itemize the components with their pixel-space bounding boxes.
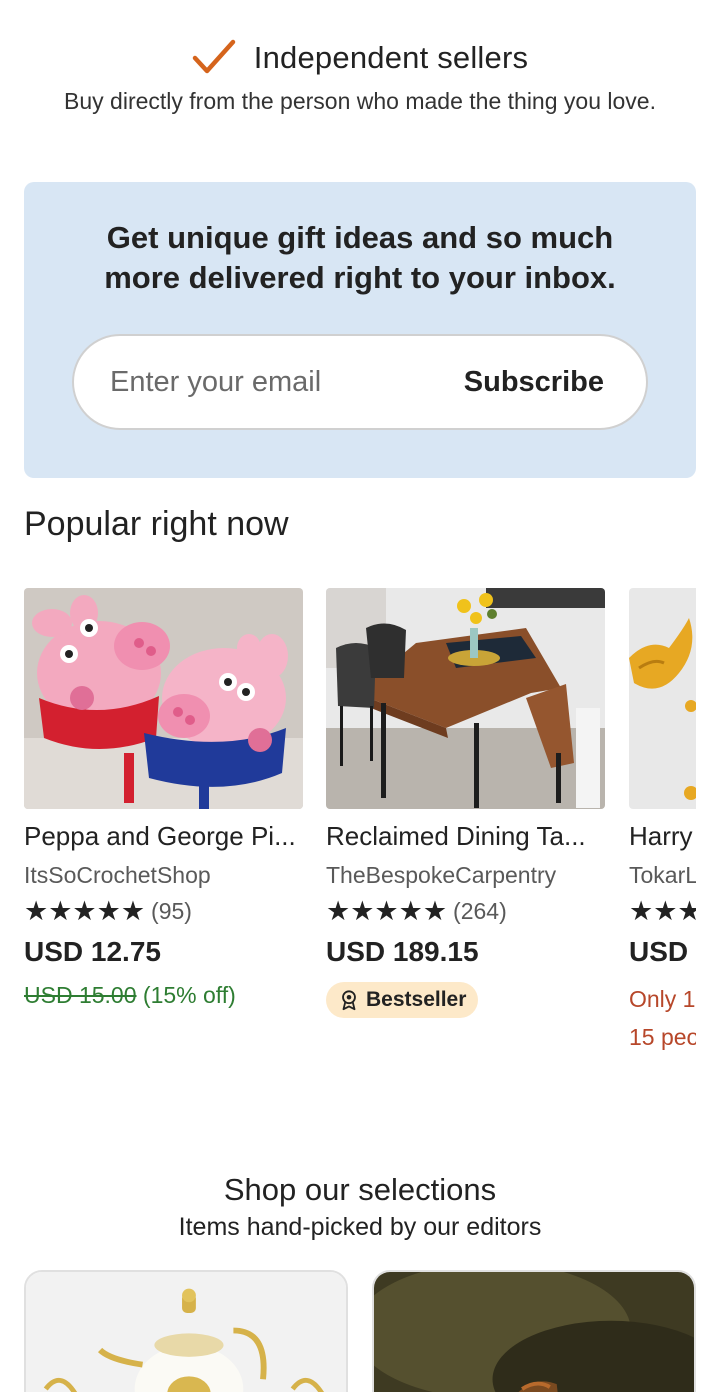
listing-card[interactable]: Reclaimed Dining Ta... TheBespokeCarpent…: [326, 588, 605, 1018]
stock-warning: Only 1 15 peo: [629, 980, 696, 1056]
selections-title: Shop our selections: [223, 1172, 497, 1207]
bestseller-badge: Bestseller: [326, 982, 479, 1018]
independent-sellers-section: Independent sellers Buy directly from th…: [0, 38, 720, 115]
discount-percent: (15% off): [142, 982, 236, 1008]
selections-subtitle: Items hand-picked by our editors: [178, 1213, 542, 1241]
subscribe-button[interactable]: Subscribe: [464, 366, 604, 399]
review-count: (264): [453, 897, 507, 924]
page: Independent sellers Buy directly from th…: [0, 0, 720, 1392]
selections-section: Shop our selections Items hand-picked by…: [0, 1170, 720, 1244]
star-rating-icon: ★★★: [629, 896, 696, 926]
listing-card[interactable]: Peppa and George Pi... ItsSoCrochetShop …: [24, 588, 303, 1010]
stock-warning-line: Only 1: [629, 986, 696, 1012]
independent-sellers-subtitle: Buy directly from the person who made th…: [64, 88, 656, 114]
selection-card[interactable]: [24, 1270, 348, 1392]
popular-section-title: Popular right now: [24, 505, 289, 543]
newsletter-title: Get unique gift ideas and so much more d…: [104, 220, 616, 295]
original-price: USD 15.00: [24, 982, 137, 1008]
listing-price: USD 189.15: [326, 936, 479, 967]
selection-card[interactable]: [372, 1270, 696, 1392]
dining-table-image: [326, 588, 605, 809]
newsletter-signup: Get unique gift ideas and so much more d…: [24, 182, 696, 478]
gold-jewelry-image: [629, 588, 696, 809]
rating: ★★★★★ (95): [24, 896, 303, 926]
bestseller-label: Bestseller: [366, 988, 467, 1011]
rating: ★★★★★ (264): [326, 896, 605, 926]
listing-title[interactable]: Peppa and George Pi...: [24, 819, 303, 853]
listing-title[interactable]: Reclaimed Dining Ta...: [326, 819, 605, 853]
listing-image[interactable]: [24, 588, 303, 809]
shop-name: ItsSoCrochetShop: [24, 862, 211, 888]
listing-card[interactable]: Harry TokarL ★★★ USD Only 1 15 peo: [629, 588, 696, 1056]
checkmark-icon: [192, 39, 236, 74]
listing-image[interactable]: [326, 588, 605, 809]
discount-info: USD 15.00 (15% off): [24, 980, 303, 1010]
stock-warning-line: 15 peo: [629, 1024, 696, 1050]
email-form: Subscribe: [72, 334, 648, 430]
star-rating-icon: ★★★★★: [326, 896, 448, 926]
star-rating-icon: ★★★★★: [24, 896, 146, 926]
listing-image[interactable]: [629, 588, 696, 809]
email-input[interactable]: [110, 365, 430, 399]
rating: ★★★: [629, 896, 696, 926]
independent-sellers-title: Independent sellers: [253, 40, 529, 75]
listing-price: USD: [629, 936, 689, 967]
crochet-hats-image: [24, 588, 303, 809]
listing-price: USD 12.75: [24, 936, 161, 967]
shop-name: TheBespokeCarpentry: [326, 862, 557, 888]
painting-image: [374, 1272, 694, 1392]
shop-name: TokarL: [629, 862, 696, 888]
award-icon: [342, 990, 356, 1011]
independent-sellers-header: Independent sellers: [0, 38, 720, 78]
review-count: (95): [151, 897, 192, 924]
popular-carousel[interactable]: Peppa and George Pi... ItsSoCrochetShop …: [24, 588, 696, 1068]
gold-teapot-image: [26, 1272, 346, 1392]
listing-title[interactable]: Harry: [629, 819, 696, 853]
